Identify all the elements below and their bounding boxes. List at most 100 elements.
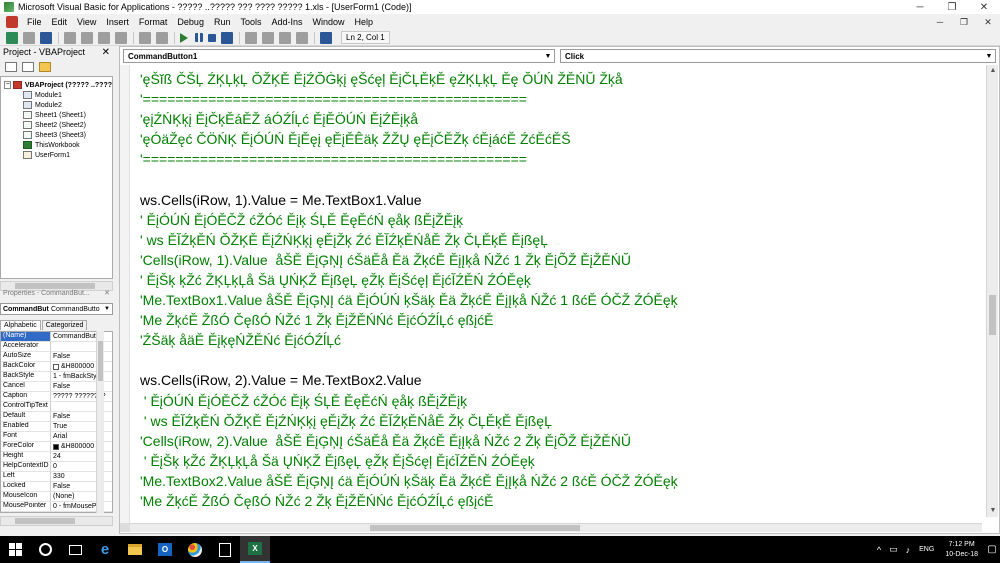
menu-window[interactable]: Window	[308, 17, 350, 27]
scrollbar-thumb[interactable]	[370, 525, 580, 531]
paint-button[interactable]	[180, 536, 210, 563]
close-button[interactable]: ✕	[968, 0, 1000, 14]
chevron-down-icon[interactable]: ▼	[542, 53, 554, 60]
tree-item[interactable]: Module1	[1, 90, 112, 100]
edge-button[interactable]: e	[90, 536, 120, 563]
menu-add-ins[interactable]: Add-Ins	[266, 17, 307, 27]
toggle-folders-icon[interactable]	[39, 62, 51, 72]
toolbox-icon[interactable]	[296, 31, 308, 44]
tree-item[interactable]: Sheet3 (Sheet3)	[1, 130, 112, 140]
object-browser-icon[interactable]	[279, 31, 291, 44]
code-comment-line[interactable]: ' ĚįŠķ ķŽć ŽĶĻķĻå Šä ŲŃĶŽ ĚįßęĻ ęŽķ ĚįŠć…	[140, 270, 986, 290]
code-comment-line[interactable]: 'ęŠĭß ČŠĻ ŹĶĻķĻ ŎŽĶĚ ĚįŹŎĠķį ęŠćęļ ĚįČĻĚ…	[140, 69, 986, 89]
tree-item[interactable]: − VBAProject (????? ..????	[1, 80, 112, 90]
code-line[interactable]	[140, 169, 986, 189]
code-comment-line[interactable]: ' ws ĚĬŹķĚŃ ŎŽĶĚ ĚįŹŃĶķį ęĚįŽķ Źć ĚĬŹķĚŃ…	[140, 411, 986, 431]
reset-icon[interactable]	[208, 33, 216, 42]
menu-format[interactable]: Format	[134, 17, 173, 27]
break-icon[interactable]	[195, 33, 203, 42]
tree-item[interactable]: Sheet1 (Sheet1)	[1, 110, 112, 120]
chevron-down-icon[interactable]: ▼	[983, 53, 995, 60]
procedure-dropdown[interactable]: Click ▼	[560, 49, 996, 63]
menu-debug[interactable]: Debug	[172, 17, 209, 27]
menu-tools[interactable]: Tools	[235, 17, 266, 27]
inner-minimize-button[interactable]: ─	[928, 17, 952, 28]
cut-icon[interactable]	[64, 31, 76, 44]
code-line[interactable]	[140, 350, 986, 370]
network-icon[interactable]: ▭	[885, 544, 902, 555]
start-button[interactable]	[0, 536, 30, 563]
volume-icon[interactable]: ♪	[902, 545, 915, 555]
show-hidden-icons[interactable]: ^	[873, 545, 885, 555]
tree-item[interactable]: UserForm1	[1, 150, 112, 160]
code-comment-line[interactable]: 'ęįŹŃĶķį ĚįČķĚáĚŽ áÓŹĺĻć ĚįĚÖÚŃ ĚįŹĚįķå	[140, 109, 986, 129]
menu-file[interactable]: File	[22, 17, 47, 27]
code-comment-line[interactable]: 'Cells(iRow, 2).Value åŠĚ ĚįĢŅĮ ćŠäĚå Ěä…	[140, 431, 986, 451]
code-comment-line[interactable]: 'ęÓäŽęć ČÖŃĶ ĚįÓÚŃ ĚįĚęį ęĚįĚÊäķ ŽŽŲ ęĚį…	[140, 129, 986, 149]
undo-icon[interactable]	[139, 31, 151, 44]
code-comment-line[interactable]: 'ŹŠäķ åäĚ ĚįķęŃŽĚŃć ĚįćÓŹĺĻć	[140, 330, 986, 350]
inner-restore-button[interactable]: ❐	[952, 17, 976, 28]
object-dropdown[interactable]: CommandButton1 ▼	[123, 49, 555, 63]
design-mode-icon[interactable]	[221, 31, 233, 44]
scroll-up-icon[interactable]: ▲	[987, 65, 999, 77]
tree-item[interactable]: Module2	[1, 100, 112, 110]
help-icon[interactable]	[320, 31, 332, 44]
properties-scrollbar[interactable]	[96, 331, 104, 513]
excel-view-icon[interactable]	[6, 16, 18, 28]
file-explorer-button[interactable]	[120, 536, 150, 563]
code-line[interactable]: ws.Cells(iRow, 1).Value = Me.TextBox1.Va…	[140, 190, 986, 210]
procedure-view-toggle[interactable]	[120, 523, 130, 532]
menu-view[interactable]: View	[72, 17, 101, 27]
code-comment-line[interactable]: ' ws ĚĬŹķĚŃ ŎŽĶĚ ĚįŹŃĶķį ęĚįŽķ Źć ĚĬŹķĚŃ…	[140, 230, 986, 250]
redo-icon[interactable]	[156, 31, 168, 44]
outlook-button[interactable]: O	[150, 536, 180, 563]
paste-icon[interactable]	[98, 31, 110, 44]
code-comment-line[interactable]: 'Me.TextBox1.Value åŠĚ ĚįĢŅĮ ćä ĚįÓÚŃ ķŠ…	[140, 290, 986, 310]
menu-help[interactable]: Help	[350, 17, 379, 27]
properties-hscrollbar[interactable]	[0, 516, 113, 526]
search-button[interactable]	[30, 536, 60, 563]
notifications-icon[interactable]: ▢	[984, 536, 1000, 563]
run-icon[interactable]	[180, 32, 188, 43]
insert-userform-icon[interactable]	[23, 31, 35, 44]
chevron-down-icon[interactable]: ▼	[102, 306, 112, 312]
tree-item[interactable]: Sheet2 (Sheet2)	[1, 120, 112, 130]
project-pane-close-button[interactable]: ✕	[102, 47, 110, 58]
menu-edit[interactable]: Edit	[47, 17, 73, 27]
code-comment-line[interactable]: 'Cells(iRow, 1).Value åŠĚ ĚįĢŅĮ ćŠäĚå Ěä…	[140, 250, 986, 270]
find-icon[interactable]	[115, 31, 127, 44]
copy-icon[interactable]	[81, 31, 93, 44]
inner-close-button[interactable]: ✕	[976, 17, 1000, 28]
code-comment-line[interactable]: '=======================================…	[140, 89, 986, 109]
code-comment-line[interactable]: 'Me.TextBox2.Value åŠĚ ĚįĢŅĮ ćä ĚįÓÚŃ ķŠ…	[140, 471, 986, 491]
input-language[interactable]: ENG	[914, 546, 939, 553]
project-explorer-icon[interactable]	[245, 31, 257, 44]
tab-alphabetic[interactable]: Alphabetic	[0, 320, 41, 330]
code-comment-line[interactable]: ' ĚįÓÚŃ ĚįÓĚČŽ ćŽÓć Ěįķ ŚĻĚ ĚęĚćŃ ęåķ ßĚ…	[140, 210, 986, 230]
tree-expander-icon[interactable]: −	[4, 81, 12, 89]
view-object-icon[interactable]	[22, 62, 34, 72]
code-comment-line[interactable]: ' ĚįÓÚŃ ĚįÓĚČŽ ćŽÓć Ěįķ ŚĻĚ ĚęĚćŃ ęåķ ßĚ…	[140, 391, 986, 411]
calculator-button[interactable]	[210, 536, 240, 563]
clock[interactable]: 7:12 PM 10-Dec-18	[939, 540, 984, 560]
code-comment-line[interactable]: 'Me ŽķćĚ ŽßÓ ČęßÓ ŃŽć 2 Žķ ĚįŽĚŃŃć ĚįćÓŹ…	[140, 491, 986, 511]
code-vertical-scrollbar[interactable]: ▲ ▼	[986, 65, 998, 517]
properties-pane-close-button[interactable]: ✕	[104, 289, 110, 297]
code-comment-line[interactable]: '=======================================…	[140, 149, 986, 169]
tree-item[interactable]: ThisWorkbook	[1, 140, 112, 150]
scrollbar-thumb[interactable]	[98, 341, 103, 381]
view-excel-icon[interactable]	[6, 31, 18, 44]
code-lines[interactable]: 'ęŠĭß ČŠĻ ŹĶĻķĻ ŎŽĶĚ ĚįŹŎĠķį ęŠćęļ ĚįČĻĚ…	[140, 69, 986, 511]
scrollbar-thumb[interactable]	[15, 518, 75, 524]
task-view-button[interactable]	[60, 536, 90, 563]
save-icon[interactable]	[40, 31, 52, 44]
properties-window-icon[interactable]	[262, 31, 274, 44]
excel-button[interactable]: X	[240, 536, 270, 563]
menu-run[interactable]: Run	[209, 17, 236, 27]
restore-button[interactable]: ❐	[936, 0, 968, 14]
properties-object-dropdown[interactable]: CommandBut CommandButto ▼	[0, 303, 113, 315]
margin-indicator-bar[interactable]	[120, 65, 130, 527]
scroll-down-icon[interactable]: ▼	[987, 505, 999, 517]
menu-insert[interactable]: Insert	[101, 17, 134, 27]
